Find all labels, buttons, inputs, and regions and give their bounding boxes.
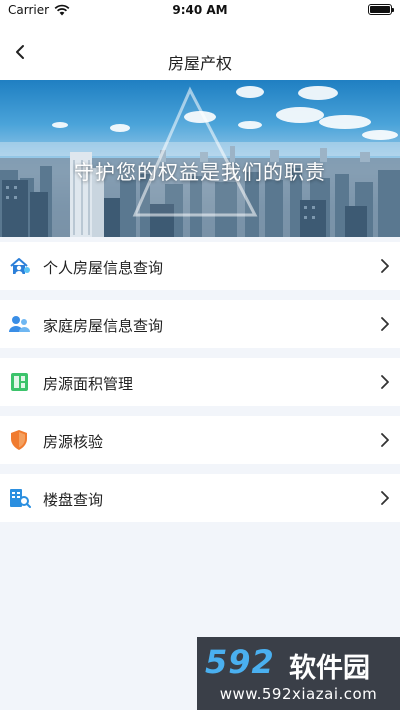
menu-item-label: 个人房屋信息查询 (43, 259, 164, 277)
area-grid-icon (11, 373, 28, 391)
menu-item-label: 房源核验 (43, 433, 104, 451)
watermark-logo-text: 软件园 (289, 653, 370, 684)
family-icon (9, 316, 30, 332)
chevron-right-icon (381, 259, 389, 273)
menu-item-label: 房源面积管理 (43, 375, 134, 393)
menu-item-label: 家庭房屋信息查询 (43, 317, 164, 335)
banner: 守护您的权益是我们的职责 (0, 80, 400, 237)
watermark-url: www.592xiazai.com (219, 685, 378, 703)
menu-item-property-search[interactable]: 楼盘查询 (0, 474, 400, 522)
nav-bar: 房屋产权 (0, 20, 400, 80)
watermark-logo-number: 592 (205, 643, 275, 681)
chevron-right-icon (381, 317, 389, 331)
battery-icon (368, 4, 394, 15)
page-title: 房屋产权 (167, 54, 232, 73)
chevron-right-icon (381, 491, 389, 505)
battery-fill (370, 6, 390, 13)
banner-slogan: 守护您的权益是我们的职责 (74, 160, 326, 184)
chevron-right-icon (381, 375, 389, 389)
battery-indicator (368, 4, 394, 15)
status-time: 9:40 AM (172, 3, 228, 17)
menu-item-house-verification[interactable]: 房源核验 (0, 416, 400, 464)
house-person-icon (10, 258, 30, 274)
menu-item-area-management[interactable]: 房源面积管理 (0, 358, 400, 406)
menu-item-family-house-info[interactable]: 家庭房屋信息查询 (0, 300, 400, 348)
building-search-icon (10, 489, 31, 508)
status-bar: Carrier 9:40 AM (0, 0, 400, 20)
chevron-right-icon (381, 433, 389, 447)
menu-item-label: 楼盘查询 (43, 491, 104, 509)
menu-item-personal-house-info[interactable]: 个人房屋信息查询 (0, 242, 400, 290)
watermark: 592 软件园 www.592xiazai.com (197, 637, 400, 710)
shield-check-icon (11, 430, 27, 450)
